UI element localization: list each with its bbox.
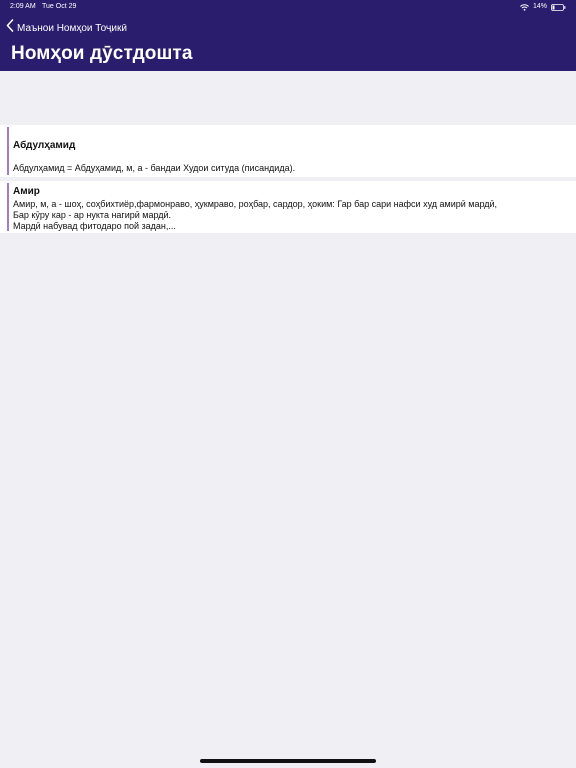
entry-body: Абдулҳамид = Абдуҳамид, м, а - бандаи Ху… <box>13 163 296 173</box>
status-right: 14% <box>520 0 566 14</box>
list-item[interactable]: Абдулҳамид Абдулҳамид = Абдуҳамид, м, а … <box>0 125 576 177</box>
navigation-header: 2:09 AM Tue Oct 29 14% Маънои Номҳои Тоҷ… <box>0 0 576 71</box>
entry-title: Амир <box>13 186 40 197</box>
page-title: Номҳои дӯстдошта <box>11 43 193 64</box>
entry-body: Амир, м, а - шоҳ, соҳбихтиёр,фармонраво,… <box>13 199 498 231</box>
status-bar: 2:09 AM Tue Oct 29 14% <box>0 0 576 14</box>
wifi-icon <box>520 3 529 11</box>
battery-percent: 14% <box>532 3 547 10</box>
status-time: 2:09 AM <box>10 3 36 10</box>
status-date: Tue Oct 29 <box>42 3 77 10</box>
home-indicator[interactable] <box>200 759 376 763</box>
back-button[interactable]: Маънои Номҳои Тоҷикӣ <box>6 19 127 37</box>
back-button-label: Маънои Номҳои Тоҷикӣ <box>17 22 127 34</box>
entry-title: Абдулҳамид <box>13 140 76 151</box>
battery-icon <box>551 3 566 11</box>
list-item[interactable]: Амир Амир, м, а - шоҳ, соҳбихтиёр,фармон… <box>0 181 576 233</box>
favorites-list: Абдулҳамид Абдулҳамид = Абдуҳамид, м, а … <box>0 125 576 233</box>
chevron-left-icon <box>6 19 14 37</box>
